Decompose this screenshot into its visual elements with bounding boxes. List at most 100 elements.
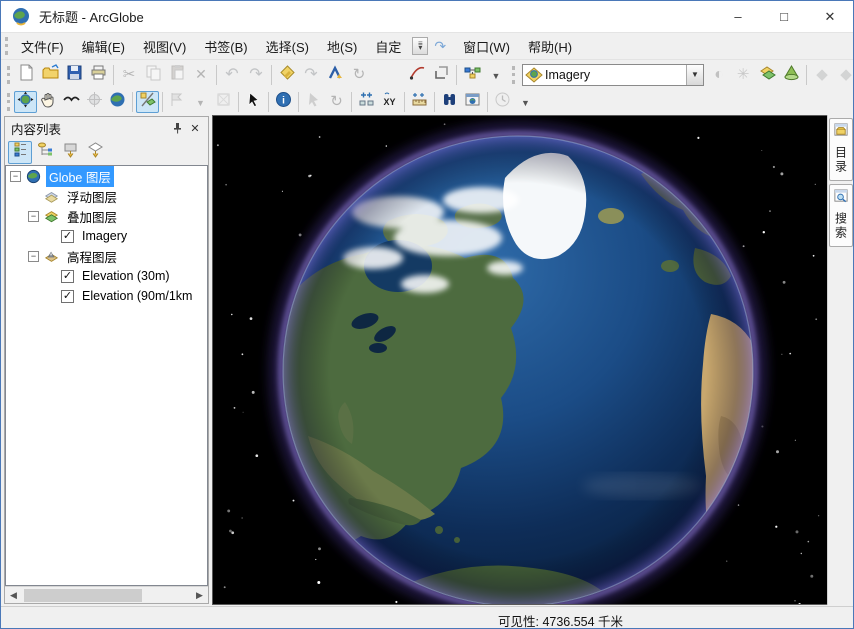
rotate-icon: ↻ xyxy=(330,93,343,111)
xy-icon: XY xyxy=(381,91,398,113)
globe-icon xyxy=(109,91,126,113)
save-button[interactable] xyxy=(62,63,86,87)
list-by-source-button[interactable] xyxy=(33,141,57,164)
toolbar-grip[interactable] xyxy=(7,66,10,84)
full-extent-button[interactable] xyxy=(106,91,129,113)
nav-toolbar-options-button[interactable]: ▼ xyxy=(514,91,537,113)
animation-button[interactable] xyxy=(405,63,429,87)
pan-button[interactable] xyxy=(37,91,60,113)
layer-checkbox[interactable]: ✓ xyxy=(61,290,74,303)
fly-button[interactable] xyxy=(60,91,83,113)
tab-search[interactable]: 搜索 xyxy=(829,184,853,247)
list-by-drawing-order-button[interactable] xyxy=(8,141,32,164)
viewer-window-button[interactable] xyxy=(461,91,484,113)
menu-bookmarks[interactable]: 书签(B) xyxy=(195,34,256,59)
maximize-button[interactable]: □ xyxy=(761,1,807,32)
select-features-button[interactable] xyxy=(242,91,265,113)
label-button[interactable] xyxy=(323,63,347,87)
table-of-contents-panel: 内容列表 ✕ −Globe 图层浮动图层−叠加图层✓Imagery−高程图层✓E… xyxy=(4,116,209,604)
docked-toolbar-options-button[interactable]: ≡▾ xyxy=(412,37,428,55)
layer-checkbox[interactable]: ✓ xyxy=(61,270,74,283)
tab-catalog[interactable]: 目录 xyxy=(829,118,853,181)
tree-node-floating-layers[interactable]: 浮动图层 xyxy=(6,186,207,206)
contrast-button: ◐ xyxy=(707,63,731,87)
main-area: 内容列表 ✕ −Globe 图层浮动图层−叠加图层✓Imagery−高程图层✓E… xyxy=(1,115,853,606)
pin-icon[interactable] xyxy=(168,119,186,137)
add-target-button[interactable] xyxy=(355,91,378,113)
standard-toolbar: ✂✕↶↷↷↻▼Imagery▼◐✳◆◆▸▸▾ xyxy=(1,59,853,89)
go-to-xy-button[interactable]: XY xyxy=(378,91,401,113)
list-by-selection-button[interactable] xyxy=(83,141,107,164)
tree-node-label: Imagery xyxy=(79,228,130,244)
scroll-right-icon[interactable]: ▶ xyxy=(191,587,208,604)
arcglobe-app-icon xyxy=(11,7,31,27)
navigate-button[interactable] xyxy=(14,91,37,113)
center-on-target-button xyxy=(83,91,106,113)
undo-icon: ↶ xyxy=(225,66,238,84)
close-panel-icon[interactable]: ✕ xyxy=(186,119,204,137)
find-button[interactable] xyxy=(438,91,461,113)
rotate-tool-button: ↻ xyxy=(347,63,371,87)
expander-icon[interactable]: − xyxy=(10,171,21,182)
swap-layers-button[interactable] xyxy=(755,63,779,87)
globenode-icon xyxy=(25,169,42,184)
expander-icon[interactable]: − xyxy=(28,211,39,222)
anim-icon xyxy=(409,64,426,86)
toolbar-separator xyxy=(298,92,299,112)
menubar-grip[interactable] xyxy=(5,37,8,55)
menu-view[interactable]: 视图(V) xyxy=(134,34,195,59)
close-button[interactable]: ✕ xyxy=(807,1,853,32)
toolbar-separator xyxy=(238,92,239,112)
tree-node-elevation-90m[interactable]: ✓Elevation (90m/1km xyxy=(6,286,207,306)
globe-cone-button[interactable] xyxy=(779,63,803,87)
toolbar-separator xyxy=(271,65,272,85)
surface-mode-button[interactable] xyxy=(136,91,159,113)
toolbar-separator xyxy=(487,92,488,112)
tree-node-elevation-layers[interactable]: −高程图层 xyxy=(6,246,207,266)
menu-help[interactable]: 帮助(H) xyxy=(519,34,581,59)
identify-button[interactable]: i xyxy=(272,91,295,113)
menu-edit[interactable]: 编辑(E) xyxy=(73,34,134,59)
zoom-options-button: ▼ xyxy=(189,91,212,113)
right-dock-strip: 目录搜索 xyxy=(827,115,853,605)
tree-node-imagery[interactable]: ✓ Imagery xyxy=(6,226,207,246)
layer-checkbox[interactable]: ✓ xyxy=(61,230,74,243)
layer-combo[interactable]: Imagery▼ xyxy=(522,64,704,86)
tree-node-globe-layers[interactable]: −Globe 图层 xyxy=(6,166,207,186)
svg-text:XY: XY xyxy=(383,97,395,107)
menu-geoprocessing[interactable]: 地(S) xyxy=(318,34,366,59)
print-button[interactable] xyxy=(86,63,110,87)
measure-button[interactable] xyxy=(408,91,431,113)
window-title: 无标题 - ArcGlobe xyxy=(39,7,144,26)
toc-tree: −Globe 图层浮动图层−叠加图层✓Imagery−高程图层✓Elevatio… xyxy=(5,165,208,586)
new-document-button[interactable] xyxy=(14,63,38,87)
combo-dropdown-icon[interactable]: ▼ xyxy=(686,65,703,85)
add-data-button[interactable] xyxy=(275,63,299,87)
menu-window[interactable]: 窗口(W) xyxy=(454,34,519,59)
chevron-icon: ▼ xyxy=(196,93,205,111)
list-by-visibility-button[interactable] xyxy=(58,141,82,164)
toc-horizontal-scrollbar[interactable]: ◀ ▶ xyxy=(5,586,208,603)
scroll-left-icon[interactable]: ◀ xyxy=(5,587,22,604)
scrollbar-thumb[interactable] xyxy=(24,589,142,602)
minimize-button[interactable]: – xyxy=(715,1,761,32)
menu-file[interactable]: 文件(F) xyxy=(12,34,73,59)
toolbar-grip[interactable] xyxy=(7,93,10,111)
halfcircle-icon: ◐ xyxy=(714,66,724,84)
redo-icon: ↷ xyxy=(249,66,262,84)
globe-viewport[interactable] xyxy=(212,115,828,605)
toolbar-options-button[interactable]: ▼ xyxy=(484,63,508,87)
modelbuilder-button[interactable] xyxy=(460,63,484,87)
expander-icon[interactable]: − xyxy=(28,251,39,262)
perspective-frame-button[interactable] xyxy=(429,63,453,87)
tab-label: 搜索 xyxy=(833,212,850,240)
toolbar-grip[interactable] xyxy=(512,66,515,84)
tree-node-elevation-30m[interactable]: ✓Elevation (30m) xyxy=(6,266,207,286)
sun-icon: ✳ xyxy=(737,66,750,84)
menu-selection[interactable]: 选择(S) xyxy=(257,34,318,59)
tree-node-draped-layers[interactable]: −叠加图层 xyxy=(6,206,207,226)
cone-icon xyxy=(783,64,800,86)
open-button[interactable] xyxy=(38,63,62,87)
redo-icon: ↷ xyxy=(304,66,317,84)
menu-customize[interactable]: 自定 xyxy=(366,34,410,59)
